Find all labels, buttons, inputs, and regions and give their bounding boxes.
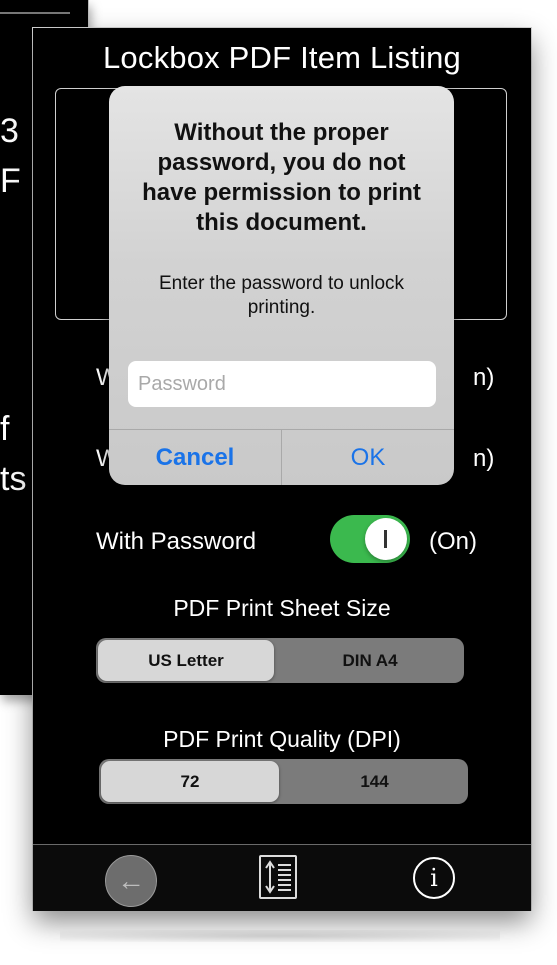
with-password-state: (On): [429, 528, 477, 555]
background-text-fragment: ts: [0, 460, 27, 498]
print-quality-label: PDF Print Quality (DPI): [163, 726, 401, 752]
info-glyph: i: [430, 864, 438, 892]
toggle-on-indicator: [384, 530, 387, 548]
segment-72-dpi[interactable]: 72: [101, 761, 279, 802]
password-input[interactable]: [128, 361, 436, 407]
cancel-button[interactable]: Cancel: [109, 430, 282, 485]
sort-lines-icon[interactable]: [259, 855, 297, 899]
sort-lines-icon-graphic: [265, 860, 291, 894]
alert-title: Without the proper password, you do not …: [142, 119, 421, 236]
print-quality-segmented-control: 72 144: [99, 759, 468, 804]
segment-din-a4[interactable]: DIN A4: [276, 638, 464, 683]
phone-screen: Lockbox PDF Item Listing W n) W n) With …: [33, 28, 531, 911]
toggle-knob: [365, 518, 407, 560]
with-password-toggle[interactable]: [330, 515, 410, 563]
alert-button-bar: Cancel OK: [109, 429, 454, 485]
ok-button[interactable]: OK: [282, 430, 454, 485]
background-window-top: [0, 0, 70, 14]
option-row-state: n): [473, 364, 495, 391]
bottom-toolbar: ← i: [33, 844, 531, 911]
with-password-label: With Password: [96, 528, 257, 555]
option-row-state: n): [473, 445, 495, 472]
arrow-left-icon: ←: [117, 865, 145, 896]
background-text-fragment: F: [0, 162, 21, 200]
background-text-fragment: 3: [0, 112, 19, 150]
segment-us-letter[interactable]: US Letter: [98, 640, 274, 681]
alert-message: Enter the password to unlock printing.: [158, 273, 405, 318]
info-circle-icon[interactable]: i: [413, 857, 455, 899]
page-title: Lockbox PDF Item Listing: [102, 40, 461, 75]
print-permission-alert: Without the proper password, you do not …: [109, 86, 454, 485]
sheet-size-label: PDF Print Sheet Size: [173, 595, 391, 621]
segment-144-dpi[interactable]: 144: [281, 759, 468, 804]
shadow: [60, 930, 500, 942]
back-button[interactable]: ←: [105, 855, 157, 907]
sheet-size-segmented-control: US Letter DIN A4: [96, 638, 464, 683]
background-text-fragment: f: [0, 410, 10, 448]
